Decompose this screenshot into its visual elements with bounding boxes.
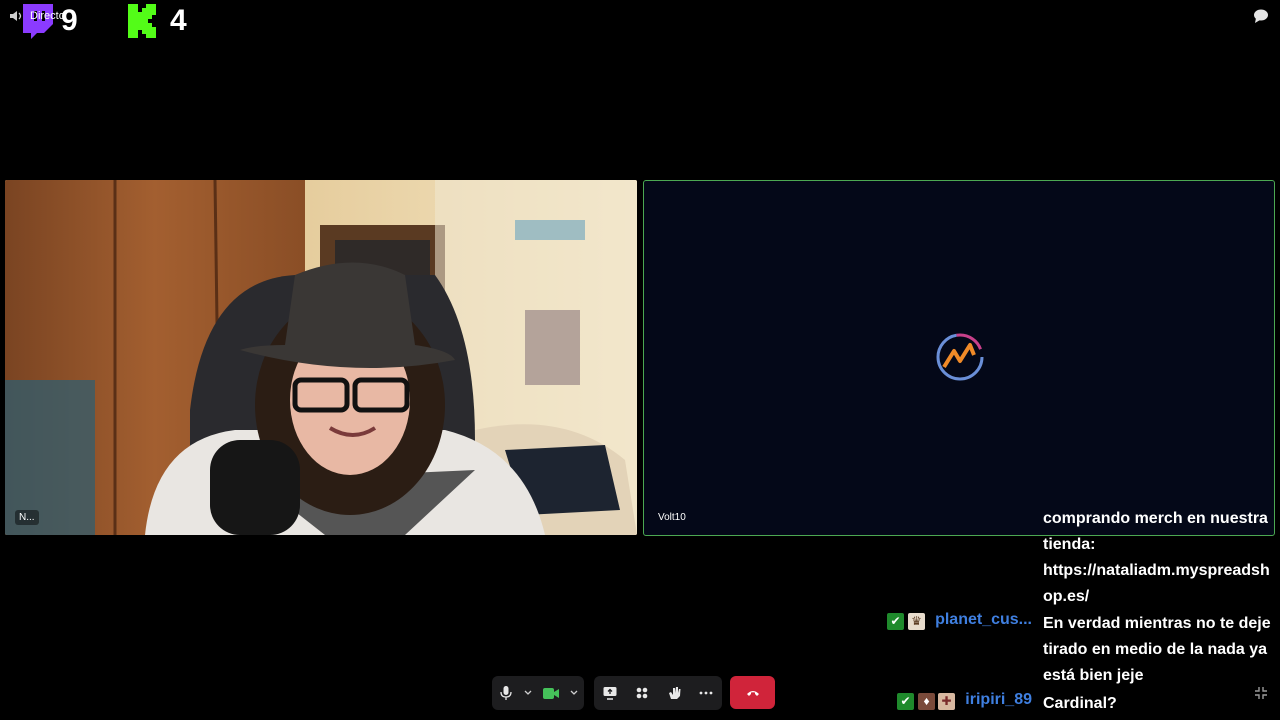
chat-panel: comprando merch en nuestra tienda: https…: [880, 510, 1280, 720]
microphone-options-button[interactable]: [520, 676, 536, 710]
chat-message-text: comprando merch en nuestra tienda: https…: [1043, 510, 1270, 605]
chat-bubble-icon[interactable]: [1253, 9, 1269, 23]
call-actions: [594, 676, 722, 710]
green-sword-badge-icon: ✔: [887, 613, 904, 630]
speaker-icon[interactable]: [9, 9, 23, 23]
live-label: Directo: [30, 10, 65, 22]
media-controls: [492, 676, 584, 710]
twitch-viewer-count: 9: [61, 4, 78, 37]
participant-name: N...: [15, 510, 39, 525]
share-screen-icon: [603, 687, 617, 700]
layout-button[interactable]: [627, 676, 657, 710]
camera-icon: [543, 687, 559, 699]
sub-badge-icon: ♛: [908, 613, 925, 630]
share-screen-button[interactable]: [595, 676, 625, 710]
raise-hand-icon: [668, 687, 680, 699]
camera-options-button[interactable]: [566, 676, 582, 710]
kick-logo-icon: [128, 4, 160, 38]
vip-badge-icon: ♦: [918, 693, 935, 710]
collapse-icon[interactable]: [1254, 686, 1268, 700]
chat-username[interactable]: planet_cus...: [935, 611, 1032, 629]
reactions-button[interactable]: [659, 676, 689, 710]
microphone-button[interactable]: [492, 676, 520, 710]
chat-message-text: Cardinal?: [1043, 695, 1117, 712]
participant-name: Volt10: [658, 512, 686, 523]
leave-call-button[interactable]: [730, 676, 775, 709]
green-sword-badge-icon: ✔: [897, 693, 914, 710]
camera-video-tile[interactable]: N...: [5, 180, 637, 535]
kick-viewer-count: 4: [170, 4, 187, 37]
more-options-button[interactable]: [691, 676, 721, 710]
microphone-icon: [500, 686, 512, 700]
webcam-image: [5, 180, 637, 535]
hang-up-icon: [746, 690, 759, 696]
chat-message-text: En verdad mientras no te deje tirado en …: [1043, 615, 1271, 684]
chevron-down-icon: [570, 690, 578, 695]
chat-username[interactable]: iripiri_89: [965, 691, 1032, 709]
more-icon: [699, 691, 713, 695]
grid-icon: [636, 687, 648, 699]
chevron-down-icon: [524, 690, 532, 695]
active-speaker-tile[interactable]: Volt10: [643, 180, 1275, 536]
camera-button[interactable]: [536, 676, 566, 710]
brand-logo-icon: [936, 333, 984, 381]
gift-badge-icon: ✚: [938, 693, 955, 710]
